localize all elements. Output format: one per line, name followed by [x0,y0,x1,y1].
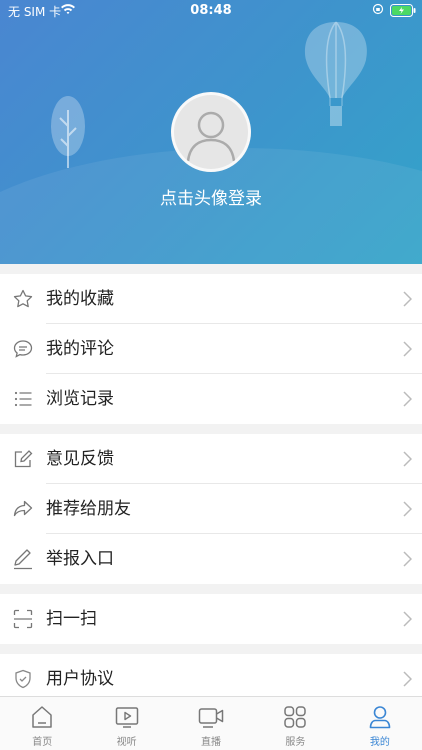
menu-item-scan[interactable]: 扫一扫 [0,594,422,644]
bottom-tab-bar: 首页 视听 直播 服务 我的 [0,696,422,750]
menu-item-label: 意见反馈 [46,434,422,484]
tab-label: 视听 [116,737,137,748]
hot-air-balloon-illustration [305,21,367,126]
menu-item-label: 我的收藏 [46,274,422,324]
tree-illustration [51,96,85,168]
tab-label: 首页 [32,737,53,748]
tab-audiovisual[interactable]: 视听 [84,697,168,750]
menu-item-label: 扫一扫 [46,609,97,629]
menu-group-personal: 我的收藏 我的评论 浏览记录 [0,274,422,424]
chevron-right-icon [403,611,413,631]
rotation-lock-icon [372,3,384,18]
comment-icon [0,324,46,374]
pencil-icon [0,534,46,584]
menu-group-feedback: 意见反馈 推荐给朋友 举报入口 [0,434,422,584]
tab-label: 我的 [369,737,390,748]
login-prompt[interactable]: 点击头像登录 [0,184,422,209]
tab-mine[interactable]: 我的 [338,697,422,750]
menu-item-report[interactable]: 举报入口 [0,534,422,584]
chevron-right-icon [403,341,413,361]
tab-services[interactable]: 服务 [253,697,337,750]
scan-icon [0,594,46,644]
tab-live[interactable]: 直播 [169,697,253,750]
status-bar: 无 SIM 卡 08:48 [0,0,422,22]
chevron-right-icon [403,501,413,521]
star-icon [0,274,46,324]
avatar-button[interactable] [171,92,251,172]
chevron-right-icon [403,451,413,471]
clock-text: 08:48 [190,3,232,18]
tab-label: 服务 [285,737,306,748]
chevron-right-icon [403,671,413,691]
menu-item-label: 举报入口 [46,549,114,569]
list-icon [0,374,46,424]
user-icon [369,706,391,729]
menu-group-scan: 扫一扫 [0,594,422,644]
menu-item-history[interactable]: 浏览记录 [0,374,422,424]
menu-item-label: 推荐给朋友 [46,484,422,534]
chevron-right-icon [403,551,413,571]
menu-item-comments[interactable]: 我的评论 [0,324,422,374]
tab-label: 直播 [201,737,222,748]
video-icon [115,707,138,728]
chevron-right-icon [403,391,413,411]
default-user-icon [186,111,236,162]
live-icon [198,708,224,728]
share-icon [0,484,46,534]
menu-item-favorites[interactable]: 我的收藏 [0,274,422,324]
tab-home[interactable]: 首页 [0,697,84,750]
edit-icon [0,434,46,484]
profile-header: 无 SIM 卡 08:48 点击头像登录 [0,0,422,264]
home-icon [32,706,52,728]
battery-icon [390,4,416,20]
menu-item-label: 浏览记录 [46,389,114,409]
chevron-right-icon [403,291,413,311]
menu-item-label: 我的评论 [46,324,422,374]
menu-item-recommend[interactable]: 推荐给朋友 [0,484,422,534]
menu-item-feedback[interactable]: 意见反馈 [0,434,422,484]
grid-icon [284,706,307,728]
